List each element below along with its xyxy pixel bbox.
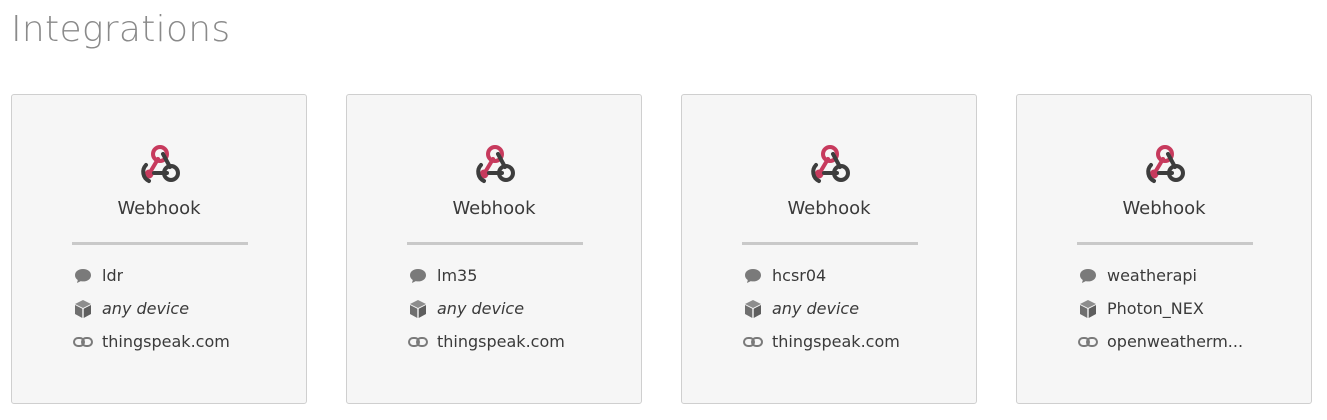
speech-bubble-icon bbox=[743, 266, 763, 286]
speech-bubble-icon bbox=[408, 266, 428, 286]
integrations-page: Integrations Webhook ldr any device thin… bbox=[0, 0, 1327, 420]
device-name: any device bbox=[437, 299, 525, 318]
integration-card-list: Webhook ldr any device thingspeak.com We… bbox=[11, 94, 1314, 406]
integration-type: Webhook bbox=[1122, 198, 1206, 219]
event-row: hcsr04 bbox=[743, 259, 943, 292]
integration-type: Webhook bbox=[117, 198, 201, 219]
url-row: openweatherm... bbox=[1078, 325, 1278, 358]
webhook-icon bbox=[811, 145, 850, 183]
page-title: Integrations bbox=[11, 9, 231, 50]
integration-card[interactable]: Webhook weatherapi Photon_NEX openweathe… bbox=[1016, 94, 1312, 404]
url-row: thingspeak.com bbox=[408, 325, 608, 358]
device-row: any device bbox=[408, 292, 608, 325]
integration-card[interactable]: Webhook hcsr04 any device thingspeak.com bbox=[681, 94, 977, 404]
divider bbox=[1077, 242, 1253, 245]
integration-details: hcsr04 any device thingspeak.com bbox=[743, 259, 943, 358]
divider bbox=[407, 242, 583, 245]
webhook-icon bbox=[141, 145, 180, 183]
device-name: Photon_NEX bbox=[1107, 299, 1204, 318]
event-name: ldr bbox=[102, 266, 124, 285]
target-url: openweatherm... bbox=[1107, 332, 1244, 351]
event-name: lm35 bbox=[437, 266, 478, 285]
url-row: thingspeak.com bbox=[743, 325, 943, 358]
url-row: thingspeak.com bbox=[73, 325, 273, 358]
speech-bubble-icon bbox=[73, 266, 93, 286]
speech-bubble-icon bbox=[1078, 266, 1098, 286]
integration-card[interactable]: Webhook ldr any device thingspeak.com bbox=[11, 94, 307, 404]
device-row: any device bbox=[73, 292, 273, 325]
device-name: any device bbox=[102, 299, 190, 318]
event-name: weatherapi bbox=[1107, 266, 1197, 285]
divider bbox=[72, 242, 248, 245]
divider bbox=[742, 242, 918, 245]
integration-details: weatherapi Photon_NEX openweatherm... bbox=[1078, 259, 1278, 358]
target-url: thingspeak.com bbox=[437, 332, 565, 351]
cube-icon bbox=[408, 299, 428, 319]
event-row: ldr bbox=[73, 259, 273, 292]
link-icon bbox=[73, 332, 93, 352]
event-row: weatherapi bbox=[1078, 259, 1278, 292]
device-row: any device bbox=[743, 292, 943, 325]
target-url: thingspeak.com bbox=[772, 332, 900, 351]
link-icon bbox=[408, 332, 428, 352]
integration-type: Webhook bbox=[787, 198, 871, 219]
device-row: Photon_NEX bbox=[1078, 292, 1278, 325]
device-name: any device bbox=[772, 299, 860, 318]
integration-details: lm35 any device thingspeak.com bbox=[408, 259, 608, 358]
webhook-icon bbox=[1146, 145, 1185, 183]
event-name: hcsr04 bbox=[772, 266, 827, 285]
integration-card[interactable]: Webhook lm35 any device thingspeak.com bbox=[346, 94, 642, 404]
link-icon bbox=[1078, 332, 1098, 352]
integration-details: ldr any device thingspeak.com bbox=[73, 259, 273, 358]
cube-icon bbox=[73, 299, 93, 319]
cube-icon bbox=[1078, 299, 1098, 319]
target-url: thingspeak.com bbox=[102, 332, 230, 351]
webhook-icon bbox=[476, 145, 515, 183]
integration-type: Webhook bbox=[452, 198, 536, 219]
link-icon bbox=[743, 332, 763, 352]
cube-icon bbox=[743, 299, 763, 319]
event-row: lm35 bbox=[408, 259, 608, 292]
